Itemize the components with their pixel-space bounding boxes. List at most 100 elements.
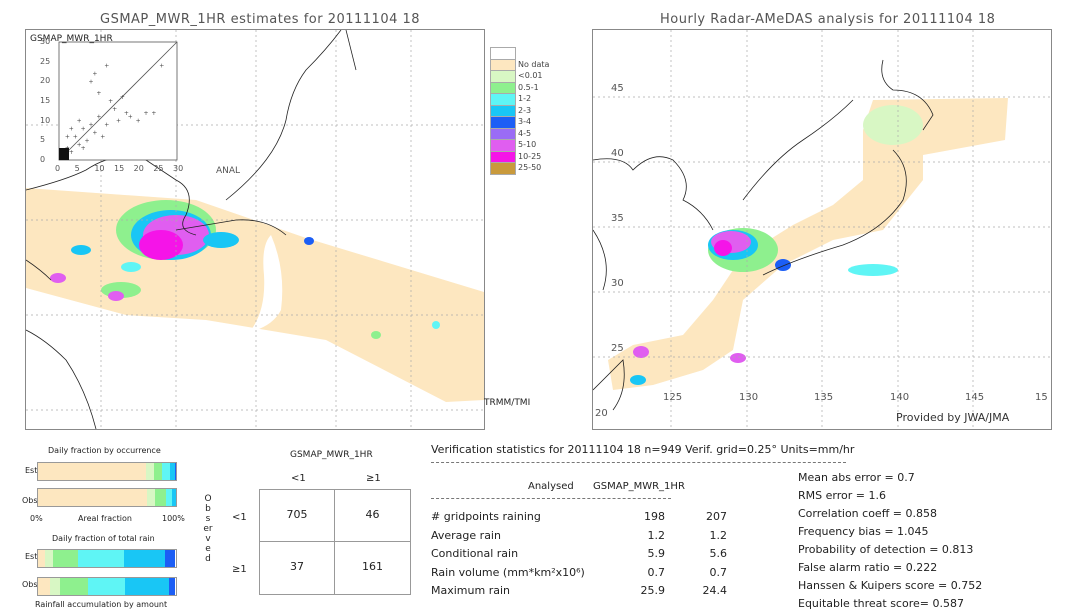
rain-cell (371, 331, 381, 339)
analysis-coverage (608, 98, 1008, 390)
bar-segment (147, 489, 156, 506)
stat-label: Maximum rain (431, 584, 510, 597)
bar-segment (124, 578, 170, 595)
stat-analysed: 198 (644, 510, 665, 523)
rain-obs-label: Obs (22, 580, 38, 589)
bar-segment (77, 550, 124, 567)
bar-segment (169, 578, 175, 595)
lat-label: 30 (611, 278, 624, 289)
bar-segment (164, 550, 175, 567)
rain-cell (714, 240, 732, 256)
score-line: Hanssen & Kuipers score = 0.752 (798, 579, 983, 592)
stat-label: Rain volume (mm*km²x10⁶) (431, 565, 585, 579)
inset-scatter: ++++++++++++++++++++++++++++++ (58, 41, 178, 161)
stat-estimate: 207 (706, 510, 727, 523)
stat-analysed: 25.9 (640, 584, 666, 597)
score-line: Correlation coeff = 0.858 (798, 507, 937, 520)
bar-segment (50, 578, 61, 595)
left-map-title: GSMAP_MWR_1HR estimates for 20111104 18 (100, 12, 421, 27)
scatter-point: + (92, 70, 97, 77)
rain-cell (121, 262, 141, 272)
bar-segment (162, 463, 171, 480)
inset-ytick: 20 (40, 76, 51, 86)
axis-left-label: 0% (30, 514, 43, 523)
lon-label: 145 (965, 392, 985, 403)
stat-estimate: 24.4 (702, 584, 728, 597)
left-map: ++++++++++++++++++++++++++++++ GSMAP_MWR… (25, 29, 485, 430)
score-line: False alarm ratio = 0.222 (798, 561, 938, 574)
stat-analysed: 5.9 (647, 547, 666, 560)
rain-cell (50, 273, 66, 283)
rain-cell (633, 346, 649, 358)
scatter-point: + (159, 63, 164, 70)
scatter-point: + (81, 145, 86, 152)
rain-cell (203, 232, 239, 248)
inset-ytick: 25 (40, 56, 51, 66)
lon-label: 130 (739, 392, 759, 403)
contingency-col-0: <1 (291, 473, 306, 484)
occurrence-est-bar (37, 462, 177, 481)
scatter-point: + (92, 129, 97, 136)
stat-analysed: 0.7 (647, 565, 666, 579)
scatter-point: + (112, 106, 117, 113)
bar-segment (38, 489, 148, 506)
stat-analysed: 1.2 (647, 528, 666, 542)
lat-label: 20 (595, 408, 608, 419)
right-map: 45 40 35 30 25 20 125 130 135 140 145 15 Provided … (592, 29, 1052, 430)
scatter-point: + (104, 63, 109, 70)
col-estimate: GSMAP_MWR_1HR (593, 481, 685, 492)
score-line: RMS error = 1.6 (798, 489, 886, 502)
bar-segment (38, 463, 146, 480)
scatter-point: + (104, 122, 109, 129)
scatter-point: + (88, 78, 93, 85)
bar-segment (155, 489, 167, 506)
inset-ytick: 30 (40, 37, 51, 46)
bar-segment (38, 550, 45, 567)
inset-ytick: 10 (40, 115, 51, 125)
left-map-canvas: ++++++++++++++++++++++++++++++ (26, 30, 484, 429)
scatter-point: + (96, 114, 101, 121)
scatter-point: + (65, 133, 70, 140)
occurrence-est-label: Est (25, 466, 38, 475)
scatter-point: + (144, 110, 149, 117)
inset-xtick: 25 (153, 164, 164, 173)
lat-label: 40 (611, 148, 624, 159)
cell-miss: 37 (290, 560, 304, 573)
sensor-label: TRMM/TMI (484, 398, 531, 408)
stat-estimate: 0.7 (709, 565, 728, 579)
legend-label: 0.5-1 (518, 82, 539, 92)
inset-xtick: 5 (74, 164, 80, 173)
axis-right-label: 100% (162, 514, 185, 523)
inset-xtick: 10 (94, 164, 105, 173)
rain-cell (863, 105, 923, 145)
legend-label: 2-3 (518, 105, 532, 115)
credit-label: Provided by JWA/JMA (896, 411, 1010, 424)
scatter-point: + (69, 126, 74, 133)
inset-xtick: 20 (133, 164, 144, 173)
inset-xtick: 15 (114, 164, 125, 173)
cell-hit-none: 705 (286, 508, 308, 521)
scatter-point: + (116, 118, 121, 125)
right-map-canvas (593, 30, 1051, 429)
scatter-point: + (108, 98, 113, 105)
cell-false-alarm: 46 (365, 508, 380, 521)
stat-estimate: 1.2 (709, 528, 728, 542)
scatter-point: + (151, 110, 156, 117)
inset-xtick: 30 (173, 164, 184, 173)
rain-cell (108, 291, 124, 301)
rain-cell (630, 375, 646, 385)
occurrence-title: Daily fraction by occurrence (48, 446, 161, 455)
scatter-point: + (128, 114, 133, 121)
inset-ytick: 5 (40, 135, 46, 145)
legend-label: 3-4 (518, 117, 532, 126)
occurrence-obs-label: Obs (22, 496, 38, 505)
scatter-point: + (136, 118, 141, 125)
legend-label: 1-2 (518, 94, 532, 103)
legend-label: <0.01 (518, 71, 543, 80)
contingency-col-1: ≥1 (366, 473, 381, 484)
divider (431, 498, 671, 499)
scatter-point: + (81, 126, 86, 133)
legend-swatch (490, 162, 516, 175)
rain-cell (775, 259, 791, 271)
rain-cell (730, 353, 746, 363)
